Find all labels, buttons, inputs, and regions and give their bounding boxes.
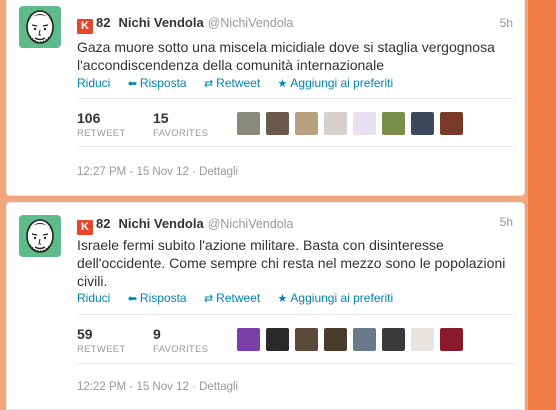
tweet-time[interactable]: 5h (500, 16, 513, 30)
user-handle[interactable]: @NichiVendola (208, 16, 294, 30)
retweet-count: 106 (77, 110, 101, 126)
avatar[interactable] (19, 6, 61, 48)
reply-button[interactable]: ⬅ Risposta (128, 291, 187, 305)
favorites-count: 15 (153, 110, 169, 126)
favorites-stat-label: FAVORITES (153, 344, 209, 355)
retweet-button[interactable]: ⇄ Retweet (204, 76, 260, 90)
klout-icon: K (77, 19, 93, 34)
collapse-link[interactable]: Riduci (77, 291, 110, 305)
page-background-right (528, 0, 556, 410)
avatar-face-icon (26, 10, 54, 44)
favorite-label: Aggiungi ai preferiti (290, 291, 394, 305)
retweeter-avatar[interactable] (353, 328, 376, 351)
avatar[interactable] (19, 215, 61, 257)
user-fullname[interactable]: Nichi Vendola (118, 216, 203, 231)
reply-button[interactable]: ⬅ Risposta (128, 76, 187, 90)
retweeter-avatar[interactable] (237, 112, 260, 135)
retweeter-avatar[interactable] (237, 328, 260, 351)
retweet-icon: ⇄ (203, 293, 214, 305)
tweet-card[interactable]: K 82 Nichi Vendola @NichiVendola 5h Israele… (6, 202, 525, 410)
klout-score: 82 (96, 15, 111, 30)
details-link[interactable]: Dettagli (199, 166, 238, 178)
favorite-button[interactable]: ★ Aggiungi ai preferiti (278, 76, 394, 90)
reply-icon: ⬅ (127, 78, 137, 90)
reply-label: Risposta (139, 76, 187, 90)
retweet-stat-label: RETWEET (77, 128, 126, 139)
star-icon: ★ (277, 78, 288, 90)
tweet-time[interactable]: 5h (500, 215, 513, 229)
retweet-button[interactable]: ⇄ Retweet (204, 291, 260, 305)
retweet-stat[interactable]: 59 RETWEET (77, 326, 126, 355)
retweeter-avatar[interactable] (353, 112, 376, 135)
retweeter-avatars (237, 328, 469, 356)
favorites-stat[interactable]: 9 FAVORITES (153, 326, 208, 355)
divider (77, 146, 515, 147)
user-handle[interactable]: @NichiVendola (208, 217, 294, 231)
retweeter-avatar[interactable] (440, 328, 463, 351)
divider (77, 98, 515, 99)
user-fullname[interactable]: Nichi Vendola (118, 15, 203, 30)
retweet-stat[interactable]: 106 RETWEET (77, 110, 126, 139)
favorites-stat-label: FAVORITES (153, 128, 209, 139)
tweet-actions: Riduci ⬅ Risposta ⇄ Retweet ★ Aggiungi ai p… (77, 76, 407, 90)
retweet-label: Retweet (216, 291, 261, 305)
retweet-count: 59 (77, 326, 93, 342)
retweeter-avatar[interactable] (382, 112, 405, 135)
avatar-face-icon (26, 219, 54, 253)
star-icon: ★ (277, 293, 288, 305)
retweeter-avatar[interactable] (295, 328, 318, 351)
tweet-card[interactable]: K 82 Nichi Vendola @NichiVendola 5h Gaza mu… (6, 0, 525, 196)
collapse-link[interactable]: Riduci (77, 76, 110, 90)
tweet-text: Israele fermi subito l'azione militare. … (77, 237, 506, 289)
retweet-label: Retweet (216, 76, 261, 90)
divider (77, 314, 515, 315)
favorite-label: Aggiungi ai preferiti (290, 76, 394, 90)
retweeter-avatar[interactable] (382, 328, 405, 351)
klout-score: 82 (96, 216, 111, 231)
retweet-icon: ⇄ (203, 78, 214, 90)
tweet-timestamp[interactable]: 12:22 PM - 15 Nov 12 (77, 381, 189, 393)
details-link[interactable]: Dettagli (199, 381, 238, 393)
retweeter-avatar[interactable] (324, 328, 347, 351)
favorite-button[interactable]: ★ Aggiungi ai preferiti (278, 291, 394, 305)
reply-label: Risposta (139, 291, 187, 305)
retweeter-avatar[interactable] (266, 328, 289, 351)
tweet-meta: 12:27 PM - 15 Nov 12 · Dettagli (77, 166, 239, 178)
tweet-meta: 12:22 PM - 15 Nov 12 · Dettagli (77, 381, 239, 393)
retweeter-avatar[interactable] (440, 112, 463, 135)
tweet-text: Gaza muore sotto una miscela micidiale d… (77, 39, 495, 73)
tweet-actions: Riduci ⬅ Risposta ⇄ Retweet ★ Aggiungi ai p… (77, 291, 407, 305)
retweeter-avatar[interactable] (324, 112, 347, 135)
retweeter-avatars (237, 112, 469, 140)
favorites-stat[interactable]: 15 FAVORITES (153, 110, 208, 139)
retweet-stat-label: RETWEET (77, 344, 126, 355)
retweeter-avatar[interactable] (411, 328, 434, 351)
retweeter-avatar[interactable] (295, 112, 318, 135)
divider (77, 363, 515, 364)
retweeter-avatar[interactable] (266, 112, 289, 135)
retweeter-avatar[interactable] (411, 112, 434, 135)
reply-icon: ⬅ (127, 293, 137, 305)
tweet-timestamp[interactable]: 12:27 PM - 15 Nov 12 (77, 166, 189, 178)
klout-icon: K (77, 220, 93, 235)
favorites-count: 9 (153, 326, 161, 342)
